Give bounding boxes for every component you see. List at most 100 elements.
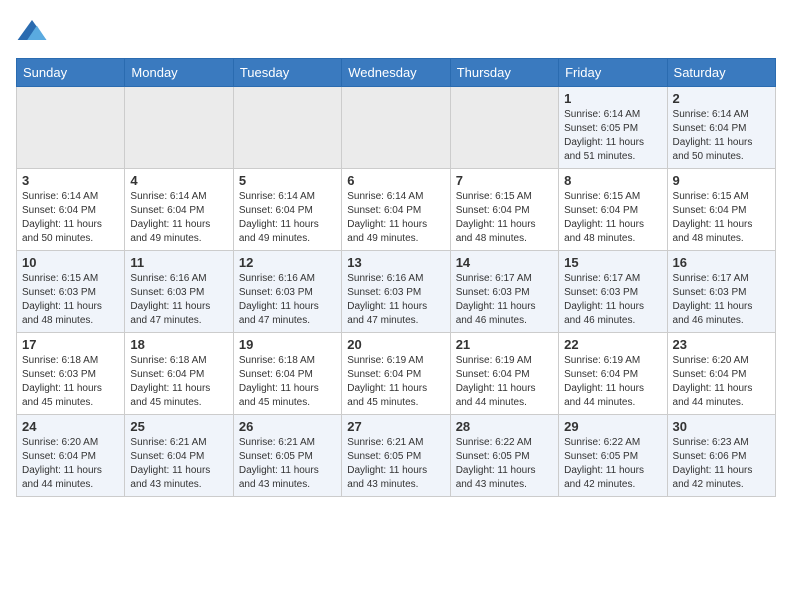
day-number: 17: [22, 337, 119, 352]
day-info: Sunrise: 6:20 AM Sunset: 6:04 PM Dayligh…: [673, 354, 770, 410]
week-row-3: 10 Sunrise: 6:15 AM Sunset: 6:03 PM Dayli…: [17, 251, 776, 333]
day-number: 7: [456, 173, 553, 188]
calendar-cell: 5 Sunrise: 6:14 AM Sunset: 6:04 PM Daylig…: [233, 169, 341, 251]
week-row-2: 3 Sunrise: 6:14 AM Sunset: 6:04 PM Daylig…: [17, 169, 776, 251]
day-number: 9: [673, 173, 770, 188]
weekday-header-wednesday: Wednesday: [342, 59, 450, 87]
day-info: Sunrise: 6:17 AM Sunset: 6:03 PM Dayligh…: [456, 272, 553, 328]
day-info: Sunrise: 6:18 AM Sunset: 6:03 PM Dayligh…: [22, 354, 119, 410]
day-info: Sunrise: 6:15 AM Sunset: 6:04 PM Dayligh…: [456, 190, 553, 246]
day-info: Sunrise: 6:15 AM Sunset: 6:04 PM Dayligh…: [673, 190, 770, 246]
day-info: Sunrise: 6:21 AM Sunset: 6:05 PM Dayligh…: [239, 436, 336, 492]
logo-icon: [16, 16, 48, 48]
calendar-cell: [125, 87, 233, 169]
calendar-cell: 26 Sunrise: 6:21 AM Sunset: 6:05 PM Dayli…: [233, 415, 341, 497]
day-number: 3: [22, 173, 119, 188]
day-info: Sunrise: 6:14 AM Sunset: 6:04 PM Dayligh…: [347, 190, 444, 246]
day-number: 11: [130, 255, 227, 270]
calendar-cell: 19 Sunrise: 6:18 AM Sunset: 6:04 PM Dayli…: [233, 333, 341, 415]
day-info: Sunrise: 6:16 AM Sunset: 6:03 PM Dayligh…: [239, 272, 336, 328]
day-number: 14: [456, 255, 553, 270]
header-row: SundayMondayTuesdayWednesdayThursdayFrid…: [17, 59, 776, 87]
day-number: 28: [456, 419, 553, 434]
day-number: 4: [130, 173, 227, 188]
calendar-cell: 16Sunrise: 6:17 AM Sunset: 6:03 PM Dayli…: [667, 251, 775, 333]
calendar-cell: 20Sunrise: 6:19 AM Sunset: 6:04 PM Dayli…: [342, 333, 450, 415]
calendar-cell: 2Sunrise: 6:14 AM Sunset: 6:04 PM Daylig…: [667, 87, 775, 169]
weekday-header-friday: Friday: [559, 59, 667, 87]
weekday-header-tuesday: Tuesday: [233, 59, 341, 87]
calendar-cell: 17 Sunrise: 6:18 AM Sunset: 6:03 PM Dayli…: [17, 333, 125, 415]
calendar-cell: 22 Sunrise: 6:19 AM Sunset: 6:04 PM Dayli…: [559, 333, 667, 415]
week-row-1: 1Sunrise: 6:14 AM Sunset: 6:05 PM Daylig…: [17, 87, 776, 169]
day-number: 19: [239, 337, 336, 352]
weekday-header-sunday: Sunday: [17, 59, 125, 87]
calendar-cell: [233, 87, 341, 169]
day-info: Sunrise: 6:21 AM Sunset: 6:05 PM Dayligh…: [347, 436, 444, 492]
weekday-header-thursday: Thursday: [450, 59, 558, 87]
day-number: 1: [564, 91, 661, 106]
day-info: Sunrise: 6:15 AM Sunset: 6:03 PM Dayligh…: [22, 272, 119, 328]
calendar-cell: 11 Sunrise: 6:16 AM Sunset: 6:03 PM Dayli…: [125, 251, 233, 333]
weekday-header-saturday: Saturday: [667, 59, 775, 87]
day-number: 26: [239, 419, 336, 434]
week-row-5: 24 Sunrise: 6:20 AM Sunset: 6:04 PM Dayli…: [17, 415, 776, 497]
day-number: 27: [347, 419, 444, 434]
day-info: Sunrise: 6:20 AM Sunset: 6:04 PM Dayligh…: [22, 436, 119, 492]
day-number: 10: [22, 255, 119, 270]
day-number: 30: [673, 419, 770, 434]
calendar-cell: 12 Sunrise: 6:16 AM Sunset: 6:03 PM Dayli…: [233, 251, 341, 333]
day-info: Sunrise: 6:14 AM Sunset: 6:04 PM Dayligh…: [239, 190, 336, 246]
day-number: 12: [239, 255, 336, 270]
calendar-cell: 14 Sunrise: 6:17 AM Sunset: 6:03 PM Dayli…: [450, 251, 558, 333]
calendar-cell: 7 Sunrise: 6:15 AM Sunset: 6:04 PM Daylig…: [450, 169, 558, 251]
calendar-cell: 10 Sunrise: 6:15 AM Sunset: 6:03 PM Dayli…: [17, 251, 125, 333]
day-info: Sunrise: 6:22 AM Sunset: 6:05 PM Dayligh…: [456, 436, 553, 492]
day-info: Sunrise: 6:18 AM Sunset: 6:04 PM Dayligh…: [130, 354, 227, 410]
day-info: Sunrise: 6:14 AM Sunset: 6:04 PM Dayligh…: [22, 190, 119, 246]
calendar-cell: 3 Sunrise: 6:14 AM Sunset: 6:04 PM Daylig…: [17, 169, 125, 251]
calendar-table: SundayMondayTuesdayWednesdayThursdayFrid…: [16, 58, 776, 497]
day-info: Sunrise: 6:22 AM Sunset: 6:05 PM Dayligh…: [564, 436, 661, 492]
calendar-cell: 25 Sunrise: 6:21 AM Sunset: 6:04 PM Dayli…: [125, 415, 233, 497]
day-number: 29: [564, 419, 661, 434]
calendar-cell: [17, 87, 125, 169]
day-info: Sunrise: 6:21 AM Sunset: 6:04 PM Dayligh…: [130, 436, 227, 492]
calendar-cell: [342, 87, 450, 169]
calendar-cell: 1Sunrise: 6:14 AM Sunset: 6:05 PM Daylig…: [559, 87, 667, 169]
page-header: [16, 16, 776, 48]
day-number: 2: [673, 91, 770, 106]
calendar-cell: 29 Sunrise: 6:22 AM Sunset: 6:05 PM Dayli…: [559, 415, 667, 497]
day-number: 6: [347, 173, 444, 188]
calendar-cell: 30Sunrise: 6:23 AM Sunset: 6:06 PM Dayli…: [667, 415, 775, 497]
day-info: Sunrise: 6:19 AM Sunset: 6:04 PM Dayligh…: [564, 354, 661, 410]
calendar-cell: 4 Sunrise: 6:14 AM Sunset: 6:04 PM Daylig…: [125, 169, 233, 251]
day-number: 5: [239, 173, 336, 188]
day-info: Sunrise: 6:19 AM Sunset: 6:04 PM Dayligh…: [456, 354, 553, 410]
day-info: Sunrise: 6:14 AM Sunset: 6:04 PM Dayligh…: [130, 190, 227, 246]
calendar-cell: 9 Sunrise: 6:15 AM Sunset: 6:04 PM Daylig…: [667, 169, 775, 251]
logo: [16, 16, 52, 48]
day-number: 21: [456, 337, 553, 352]
day-info: Sunrise: 6:17 AM Sunset: 6:03 PM Dayligh…: [564, 272, 661, 328]
day-number: 24: [22, 419, 119, 434]
day-info: Sunrise: 6:16 AM Sunset: 6:03 PM Dayligh…: [130, 272, 227, 328]
day-info: Sunrise: 6:15 AM Sunset: 6:04 PM Dayligh…: [564, 190, 661, 246]
day-number: 23: [673, 337, 770, 352]
calendar-cell: 21 Sunrise: 6:19 AM Sunset: 6:04 PM Dayli…: [450, 333, 558, 415]
calendar-cell: 28 Sunrise: 6:22 AM Sunset: 6:05 PM Dayli…: [450, 415, 558, 497]
day-info: Sunrise: 6:19 AM Sunset: 6:04 PM Dayligh…: [347, 354, 444, 410]
day-number: 8: [564, 173, 661, 188]
week-row-4: 17 Sunrise: 6:18 AM Sunset: 6:03 PM Dayli…: [17, 333, 776, 415]
day-number: 13: [347, 255, 444, 270]
calendar-cell: 23 Sunrise: 6:20 AM Sunset: 6:04 PM Dayli…: [667, 333, 775, 415]
day-number: 15: [564, 255, 661, 270]
calendar-cell: 24 Sunrise: 6:20 AM Sunset: 6:04 PM Dayli…: [17, 415, 125, 497]
calendar-cell: 6 Sunrise: 6:14 AM Sunset: 6:04 PM Daylig…: [342, 169, 450, 251]
day-number: 22: [564, 337, 661, 352]
day-number: 16: [673, 255, 770, 270]
day-number: 25: [130, 419, 227, 434]
calendar-cell: 18Sunrise: 6:18 AM Sunset: 6:04 PM Dayli…: [125, 333, 233, 415]
calendar-cell: 15 Sunrise: 6:17 AM Sunset: 6:03 PM Dayli…: [559, 251, 667, 333]
day-info: Sunrise: 6:18 AM Sunset: 6:04 PM Dayligh…: [239, 354, 336, 410]
